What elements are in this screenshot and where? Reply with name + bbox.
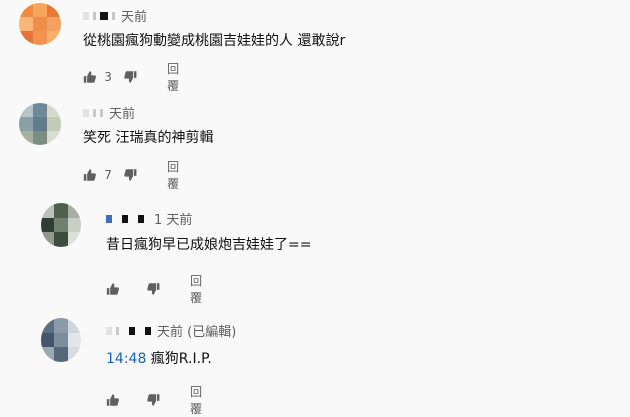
thumb-up-icon[interactable] — [83, 69, 96, 85]
avatar-pixel — [47, 17, 61, 31]
avatar[interactable] — [19, 3, 61, 45]
author-name — [93, 11, 96, 20]
avatar-pixel — [67, 332, 81, 348]
comment-time[interactable]: 天前 (已編輯) — [157, 321, 236, 340]
thumb-up-icon[interactable] — [106, 281, 119, 297]
comment-text: 從桃園瘋狗動變成桃園吉娃娃的人 還敢說r — [83, 33, 346, 49]
avatar-pixel — [47, 131, 61, 145]
comment-actions: 回覆 — [106, 272, 210, 306]
avatar-pixel — [47, 3, 61, 17]
avatar-pixel — [41, 332, 55, 348]
avatar-pixel — [41, 217, 55, 233]
avatar-pixel — [47, 31, 61, 45]
avatar-pixel — [54, 318, 68, 333]
avatar-pixel — [47, 103, 61, 117]
comment-actions: 3 回覆 — [83, 60, 187, 94]
author-name[interactable] — [106, 326, 112, 335]
thumb-down-icon[interactable] — [147, 281, 160, 297]
comment-text: 昔日瘋狗早已成娘炮吉娃娃了== — [106, 237, 312, 253]
comment-actions: 7 回覆 — [83, 158, 187, 192]
avatar-pixel — [67, 217, 81, 233]
like-count: 3 — [104, 70, 112, 84]
author-name[interactable] — [106, 214, 112, 223]
avatar-pixel — [19, 117, 33, 131]
thumb-down-icon[interactable] — [124, 167, 137, 183]
like-count: 7 — [104, 168, 112, 182]
thumb-up-icon[interactable] — [106, 392, 119, 408]
avatar-pixel — [54, 332, 68, 348]
reply-button[interactable]: 回覆 — [190, 383, 210, 417]
comment-time[interactable]: 1 天前 — [154, 209, 192, 228]
avatar-pixel — [33, 17, 47, 31]
avatar-pixel — [33, 117, 47, 131]
avatar-pixel — [47, 117, 61, 131]
avatar-pixel — [19, 131, 33, 145]
avatar-pixel — [67, 232, 81, 247]
comment-author-meta: 天前 — [83, 103, 135, 122]
avatar-pixel — [54, 203, 68, 218]
avatar-pixel — [33, 103, 47, 117]
avatar-pixel — [41, 232, 55, 247]
comment-author-meta: 天前 — [83, 6, 147, 25]
avatar-pixel — [54, 347, 68, 362]
avatar[interactable] — [41, 318, 81, 362]
author-name — [122, 214, 128, 223]
avatar-pixel — [67, 347, 81, 362]
author-name[interactable] — [83, 108, 89, 117]
avatar[interactable] — [19, 103, 61, 145]
avatar-pixel — [19, 17, 33, 31]
avatar-pixel — [41, 318, 55, 333]
avatar-pixel — [33, 31, 47, 45]
author-name — [145, 326, 151, 335]
avatar-pixel — [19, 3, 33, 17]
author-name — [112, 11, 115, 20]
avatar-pixel — [54, 232, 68, 247]
author-name — [100, 108, 103, 117]
avatar-pixel — [67, 203, 81, 218]
comment-text: 14:48 瘋狗R.I.P. — [106, 348, 212, 368]
reply-button[interactable]: 回覆 — [167, 158, 187, 192]
avatar-pixel — [54, 217, 68, 233]
author-name — [129, 326, 135, 335]
reply-button[interactable]: 回覆 — [167, 60, 187, 94]
author-name — [116, 326, 119, 335]
avatar-pixel — [33, 3, 47, 17]
timestamp-link[interactable]: 14:48 — [106, 351, 146, 367]
avatar-pixel — [41, 347, 55, 362]
author-name — [138, 214, 144, 223]
comment-text: 笑死 汪瑞真的神剪輯 — [83, 130, 214, 146]
avatar[interactable] — [41, 203, 81, 247]
avatar-pixel — [33, 131, 47, 145]
author-name[interactable] — [83, 11, 89, 20]
comment-text-body: 瘋狗R.I.P. — [146, 351, 212, 367]
avatar-pixel — [19, 103, 33, 117]
author-name — [93, 108, 96, 117]
thumb-down-icon[interactable] — [124, 69, 137, 85]
comment-time[interactable]: 天前 — [109, 103, 135, 122]
thumb-down-icon[interactable] — [147, 392, 160, 408]
thumb-up-icon[interactable] — [83, 167, 96, 183]
comment-author-meta: 天前 (已編輯) — [106, 321, 236, 340]
avatar-pixel — [19, 31, 33, 45]
comment-actions: 回覆 — [106, 383, 210, 417]
comment-author-meta: 1 天前 — [106, 209, 192, 228]
avatar-pixel — [67, 318, 81, 333]
comment-time[interactable]: 天前 — [121, 6, 147, 25]
reply-button[interactable]: 回覆 — [190, 272, 210, 306]
author-name — [100, 11, 108, 20]
avatar-pixel — [41, 203, 55, 218]
